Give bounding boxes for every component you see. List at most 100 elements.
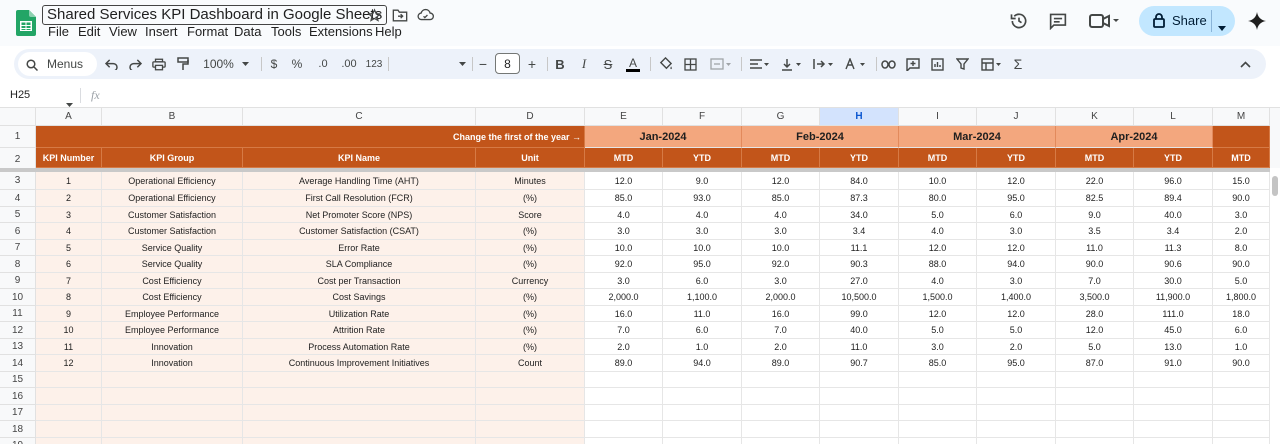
table-cell[interactable]: 1	[36, 172, 102, 190]
table-cell[interactable]: 45.0	[1134, 322, 1213, 339]
share-button[interactable]: Share	[1139, 6, 1235, 36]
menu-format[interactable]: Format	[187, 24, 228, 39]
row-header[interactable]: 16	[0, 388, 36, 405]
table-cell[interactable]: 12.0	[742, 172, 820, 190]
table-cell[interactable]: 28.0	[1056, 306, 1134, 322]
table-cell[interactable]: 4.0	[899, 223, 977, 240]
menu-view[interactable]: View	[109, 24, 137, 39]
table-cell[interactable]: 4.0	[663, 207, 742, 223]
sheets-logo-icon[interactable]	[16, 10, 36, 36]
empty-cell[interactable]	[243, 388, 476, 405]
share-dropdown-icon[interactable]	[1218, 18, 1226, 36]
table-cell[interactable]: Cost Efficiency	[102, 273, 243, 289]
table-cell[interactable]: 13.0	[1134, 339, 1213, 355]
row-header[interactable]: 5	[0, 207, 36, 223]
table-cell[interactable]: 3.0	[663, 223, 742, 240]
table-cell[interactable]: 6	[36, 256, 102, 273]
month-header[interactable]: Mar-2024	[899, 126, 1056, 148]
column-title[interactable]: KPI Group	[102, 148, 243, 168]
empty-cell[interactable]	[36, 438, 102, 444]
table-cell[interactable]: 2,000.0	[742, 289, 820, 306]
table-cell[interactable]: (%)	[476, 339, 585, 355]
empty-cell[interactable]	[102, 438, 243, 444]
table-cell[interactable]: 1,400.0	[977, 289, 1056, 306]
table-cell[interactable]: Employee Performance	[102, 322, 243, 339]
vertical-align-icon[interactable]	[779, 49, 805, 79]
table-cell[interactable]: 4	[36, 223, 102, 240]
empty-cell[interactable]	[1213, 438, 1270, 444]
table-cell[interactable]: 3.0	[585, 273, 663, 289]
table-cell[interactable]: Cost Efficiency	[102, 289, 243, 306]
empty-cell[interactable]	[820, 372, 899, 388]
column-header-i[interactable]: I	[899, 108, 977, 126]
table-cell[interactable]: 84.0	[820, 172, 899, 190]
table-cell[interactable]: 3.0	[742, 223, 820, 240]
column-header-j[interactable]: J	[977, 108, 1056, 126]
meet-icon[interactable]	[1089, 13, 1119, 34]
table-cell[interactable]: 93.0	[663, 190, 742, 207]
column-title[interactable]: YTD	[1134, 148, 1213, 168]
table-cell[interactable]: 80.0	[899, 190, 977, 207]
table-cell[interactable]: 2	[36, 190, 102, 207]
text-rotation-icon[interactable]	[843, 49, 869, 79]
table-cell[interactable]: 10	[36, 322, 102, 339]
insert-chart-icon[interactable]	[929, 49, 945, 79]
bold-button[interactable]: B	[553, 49, 567, 79]
table-cell[interactable]: 12.0	[1056, 322, 1134, 339]
table-cell[interactable]: Customer Satisfaction (CSAT)	[243, 223, 476, 240]
empty-cell[interactable]	[243, 405, 476, 421]
table-cell[interactable]: 91.0	[1134, 355, 1213, 372]
empty-cell[interactable]	[1056, 372, 1134, 388]
table-cell[interactable]: Average Handling Time (AHT)	[243, 172, 476, 190]
table-cell[interactable]: Customer Satisfaction	[102, 207, 243, 223]
column-title[interactable]: KPI Number	[36, 148, 102, 168]
empty-cell[interactable]	[977, 372, 1056, 388]
table-cell[interactable]: 11.0	[1056, 240, 1134, 256]
currency-format-button[interactable]: $	[267, 49, 281, 79]
table-cell[interactable]: 89.4	[1134, 190, 1213, 207]
table-cell[interactable]: 96.0	[1134, 172, 1213, 190]
table-cell[interactable]: 92.0	[742, 256, 820, 273]
table-cell[interactable]: 94.0	[977, 256, 1056, 273]
table-cell[interactable]: 3,500.0	[1056, 289, 1134, 306]
table-cell[interactable]: 82.5	[1056, 190, 1134, 207]
table-cell[interactable]: Operational Efficiency	[102, 190, 243, 207]
row-header[interactable]: 8	[0, 256, 36, 273]
number-format-button[interactable]: 123	[365, 49, 383, 79]
table-cell[interactable]: Minutes	[476, 172, 585, 190]
column-title[interactable]: MTD	[585, 148, 663, 168]
table-cell[interactable]: 4.0	[742, 207, 820, 223]
column-title[interactable]: Unit	[476, 148, 585, 168]
table-cell[interactable]: Count	[476, 355, 585, 372]
menu-file[interactable]: File	[48, 24, 69, 39]
table-cell[interactable]: Operational Efficiency	[102, 172, 243, 190]
table-cell[interactable]: Cost per Transaction	[243, 273, 476, 289]
table-cell[interactable]: 8	[36, 289, 102, 306]
table-cell[interactable]: 27.0	[820, 273, 899, 289]
table-cell[interactable]: 7.0	[1056, 273, 1134, 289]
table-cell[interactable]: 8.0	[1213, 240, 1270, 256]
insert-comment-icon[interactable]	[905, 49, 921, 79]
horizontal-align-icon[interactable]	[747, 49, 773, 79]
row-header[interactable]: 10	[0, 289, 36, 306]
table-cell[interactable]: 89.0	[585, 355, 663, 372]
empty-cell[interactable]	[243, 421, 476, 438]
empty-cell[interactable]	[742, 438, 820, 444]
table-cell[interactable]: 16.0	[585, 306, 663, 322]
table-cell[interactable]: 12.0	[977, 172, 1056, 190]
functions-icon[interactable]: Σ	[1011, 49, 1025, 79]
table-cell[interactable]: 9.0	[1056, 207, 1134, 223]
row-header[interactable]: 4	[0, 190, 36, 207]
row-header[interactable]: 9	[0, 273, 36, 289]
percent-format-button[interactable]: %	[290, 49, 304, 79]
increase-font-size-button[interactable]: +	[525, 49, 539, 79]
empty-cell[interactable]	[820, 421, 899, 438]
column-header-m[interactable]: M	[1213, 108, 1270, 126]
table-cell[interactable]: 89.0	[742, 355, 820, 372]
empty-cell[interactable]	[977, 421, 1056, 438]
table-cell[interactable]: Service Quality	[102, 240, 243, 256]
table-cell[interactable]: 90.0	[1213, 256, 1270, 273]
table-cell[interactable]: Service Quality	[102, 256, 243, 273]
table-cell[interactable]: 99.0	[820, 306, 899, 322]
table-cell[interactable]: 87.3	[820, 190, 899, 207]
